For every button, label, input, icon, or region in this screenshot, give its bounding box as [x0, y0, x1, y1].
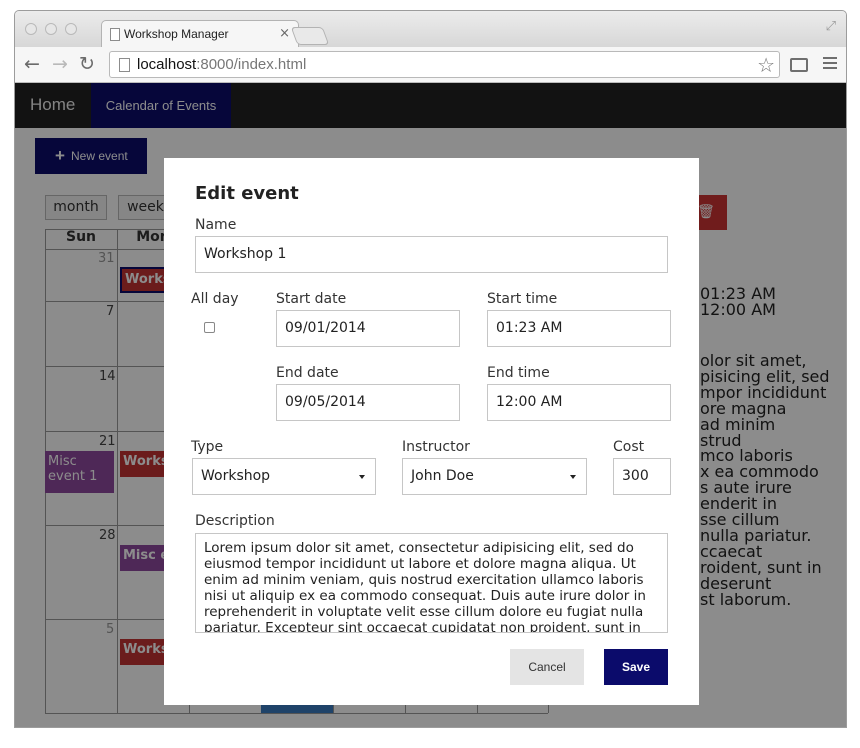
start-time-input[interactable]: 01:23 AM	[487, 310, 671, 347]
end-time-label: End time	[487, 365, 550, 381]
cost-input[interactable]: 300	[613, 458, 671, 495]
browser-tab[interactable]: Workshop Manager ×	[101, 20, 299, 48]
description-textarea[interactable]: Lorem ipsum dolor sit amet, consectetur …	[195, 533, 668, 633]
cost-label: Cost	[613, 439, 645, 455]
new-tab-button[interactable]	[290, 27, 330, 45]
edit-event-dialog: Edit event Name Workshop 1 All day Start…	[164, 158, 699, 705]
end-time-input[interactable]: 12:00 AM	[487, 384, 671, 421]
name-label: Name	[195, 217, 237, 233]
address-bar[interactable]: localhost:8000/index.html ☆	[109, 51, 780, 78]
tab-close-icon[interactable]: ×	[279, 26, 290, 41]
page-icon	[110, 28, 120, 41]
forward-icon[interactable]: →	[52, 54, 68, 74]
dialog-title: Edit event	[195, 183, 299, 204]
type-label: Type	[191, 439, 224, 455]
description-label: Description	[195, 513, 275, 529]
menu-icon[interactable]	[823, 57, 837, 72]
cancel-button[interactable]: Cancel	[510, 649, 584, 685]
instructor-select[interactable]: John Doe	[402, 458, 587, 495]
save-button[interactable]: Save	[604, 649, 668, 685]
minimize-window-button[interactable]	[45, 23, 57, 35]
zoom-window-button[interactable]	[65, 23, 77, 35]
instructor-label: Instructor	[402, 439, 470, 455]
type-select-value: Workshop	[201, 468, 271, 484]
browser-window: Workshop Manager × ⤢ ← → ↻ localhost:800…	[14, 10, 847, 728]
allday-label: All day	[191, 291, 239, 307]
name-input[interactable]: Workshop 1	[195, 236, 668, 273]
start-date-label: Start date	[276, 291, 347, 307]
end-date-input[interactable]: 09/05/2014	[276, 384, 460, 421]
url-text: localhost:8000/index.html	[137, 56, 307, 73]
end-date-label: End date	[276, 365, 339, 381]
type-select[interactable]: Workshop	[192, 458, 376, 495]
instructor-select-value: John Doe	[411, 468, 474, 484]
chevron-down-icon	[570, 475, 576, 479]
bookmark-star-icon[interactable]: ☆	[757, 53, 775, 77]
reload-icon[interactable]: ↻	[79, 54, 95, 74]
tab-title: Workshop Manager	[124, 27, 229, 41]
page-icon	[119, 58, 130, 72]
page-viewport: Home Calendar of Events + New event month…	[15, 83, 846, 727]
close-window-button[interactable]	[25, 23, 37, 35]
cast-icon[interactable]	[790, 58, 808, 72]
title-bar: Workshop Manager × ⤢	[15, 11, 846, 48]
allday-checkbox[interactable]	[204, 322, 215, 333]
start-time-label: Start time	[487, 291, 558, 307]
back-icon[interactable]: ←	[24, 54, 40, 74]
start-date-input[interactable]: 09/01/2014	[276, 310, 460, 347]
browser-toolbar: ← → ↻ localhost:8000/index.html ☆	[15, 47, 846, 83]
fullscreen-icon[interactable]: ⤢	[826, 19, 836, 34]
chevron-down-icon	[359, 475, 365, 479]
